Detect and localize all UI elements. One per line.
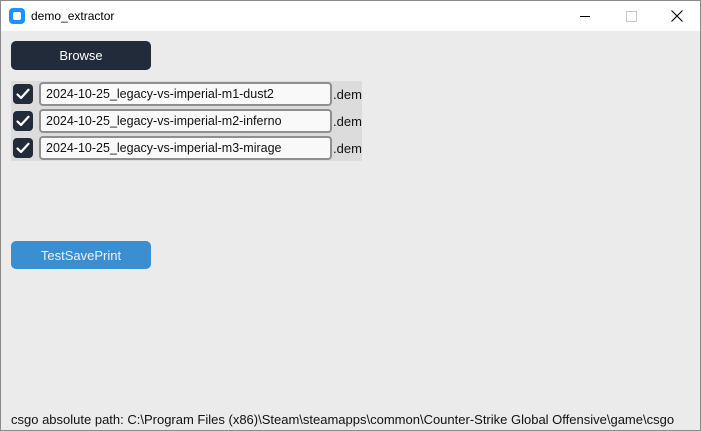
filename-input[interactable]: 2024-10-25_legacy-vs-imperial-m2-inferno — [39, 109, 332, 133]
checkmark-icon — [16, 115, 30, 127]
extension-label: .dem — [333, 87, 362, 102]
title-bar[interactable]: demo_extractor — [1, 1, 700, 31]
file-row: 2024-10-25_legacy-vs-imperial-m2-inferno… — [11, 108, 362, 134]
minimize-icon — [580, 15, 590, 17]
file-checkbox[interactable] — [13, 138, 33, 158]
file-list: 2024-10-25_legacy-vs-imperial-m1-dust2 .… — [11, 81, 362, 161]
close-button[interactable] — [654, 1, 700, 31]
minimize-button[interactable] — [562, 1, 608, 31]
file-row: 2024-10-25_legacy-vs-imperial-m3-mirage … — [11, 135, 362, 161]
close-icon — [671, 10, 683, 22]
checkmark-icon — [16, 88, 30, 100]
checkmark-icon — [16, 142, 30, 154]
csgo-path-label: csgo absolute path: C:\Program Files (x8… — [11, 412, 675, 427]
app-icon — [9, 8, 25, 24]
file-checkbox[interactable] — [13, 111, 33, 131]
extension-label: .dem — [333, 114, 362, 129]
extension-label: .dem — [333, 141, 362, 156]
filename-input[interactable]: 2024-10-25_legacy-vs-imperial-m3-mirage — [39, 136, 332, 160]
browse-button[interactable]: Browse — [11, 41, 151, 69]
test-save-print-button[interactable]: TestSavePrint — [11, 241, 151, 269]
file-row: 2024-10-25_legacy-vs-imperial-m1-dust2 .… — [11, 81, 362, 107]
window-title: demo_extractor — [31, 9, 115, 23]
app-window: demo_extractor Browse 2024-10-25_legacy-… — [0, 0, 701, 431]
maximize-button[interactable] — [608, 1, 654, 31]
filename-input[interactable]: 2024-10-25_legacy-vs-imperial-m1-dust2 — [39, 82, 332, 106]
file-checkbox[interactable] — [13, 84, 33, 104]
maximize-icon — [625, 10, 637, 22]
